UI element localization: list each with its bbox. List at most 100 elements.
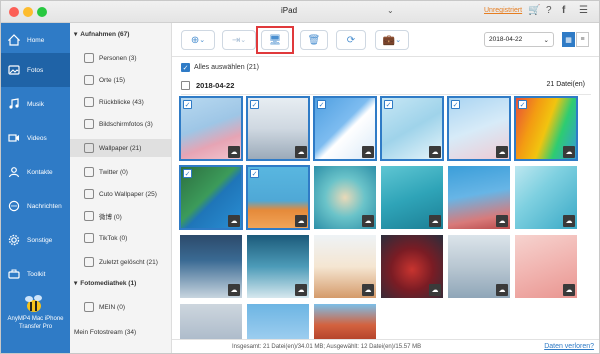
- photo-checkbox[interactable]: ✓: [250, 100, 259, 109]
- photo-thumbnail[interactable]: ☁: [515, 166, 577, 229]
- app-window: iPad ⌄ Unregistriert 🛒 ? f ☰ Home Fotos …: [0, 0, 600, 354]
- photo-thumbnail[interactable]: ☁: [381, 166, 443, 229]
- album-item-rueckblicke[interactable]: Rückblicke (43): [84, 93, 172, 111]
- group-fotostream[interactable]: Mein Fotostream (34): [74, 329, 136, 336]
- date-group-checkbox[interactable]: [181, 81, 190, 90]
- photo-checkbox[interactable]: ✓: [250, 169, 259, 178]
- zoom-window-button[interactable]: [37, 7, 47, 17]
- photo-grid: ✓ ☁ ✓ ☁ ✓ ☁ ✓ ☁ ✓ ☁ ✓ ☁ ✓ ☁ ✓ ☁ ☁ ☁ ☁ ☁ ☁ ☁ ☁ ☁ …: [179, 96, 599, 339]
- photo-checkbox[interactable]: ✓: [183, 100, 192, 109]
- refresh-button[interactable]: ⟳: [336, 30, 366, 50]
- cloud-icon: ☁: [496, 284, 508, 296]
- date-group-header: 2018-04-22 21 Datei(en): [181, 81, 591, 95]
- album-icon: [84, 189, 94, 199]
- select-all[interactable]: ✓ Alles auswählen (21): [181, 63, 259, 72]
- device-selector[interactable]: iPad: [277, 6, 297, 15]
- album-item-cuto-wallpaper[interactable]: Cuto Wallpaper (25): [84, 185, 172, 203]
- minimize-window-button[interactable]: [23, 7, 33, 17]
- help-icon[interactable]: ?: [546, 5, 552, 16]
- nav-item-musik[interactable]: Musik: [1, 87, 70, 121]
- photo-thumbnail[interactable]: ✓ ☁: [380, 96, 444, 161]
- album-item-tiktok[interactable]: TikTok (0): [84, 229, 172, 247]
- photo-thumbnail[interactable]: ✓ ☁: [447, 96, 511, 161]
- photo-thumbnail[interactable]: ☁: [180, 235, 242, 298]
- album-item-deleted[interactable]: Zuletzt gelöscht (21): [84, 253, 172, 271]
- photo-thumbnail[interactable]: ☁: [448, 166, 510, 229]
- photo-thumbnail[interactable]: ✓ ☁: [179, 165, 243, 230]
- photo-thumbnail[interactable]: [180, 304, 242, 339]
- list-icon: ≡: [580, 36, 585, 43]
- group-fotomediathek[interactable]: ▾ Fotomediathek (1): [74, 279, 136, 288]
- cart-icon[interactable]: 🛒: [528, 5, 540, 16]
- screenshot-icon: [84, 119, 94, 129]
- photo-checkbox[interactable]: ✓: [518, 100, 527, 109]
- date-heading: 2018-04-22: [196, 81, 235, 90]
- date-select[interactable]: 2018-04-22 ⌄: [484, 32, 554, 47]
- photo-thumbnail[interactable]: ✓ ☁: [246, 165, 310, 230]
- nav-item-nachrichten[interactable]: Nachrichten: [1, 189, 70, 223]
- nav-item-kontakte[interactable]: Kontakte: [1, 155, 70, 189]
- album-item-mein[interactable]: MEIN (0): [84, 298, 172, 316]
- album-item-wallpaper[interactable]: Wallpaper (21): [70, 139, 171, 157]
- cloud-icon: ☁: [228, 215, 240, 227]
- music-icon: [7, 97, 21, 111]
- photo-thumbnail[interactable]: ☁: [381, 235, 443, 298]
- list-view-button[interactable]: ≡: [576, 32, 589, 47]
- delete-button[interactable]: 🗑: [300, 30, 328, 50]
- data-lost-link[interactable]: Daten verloren?: [544, 343, 594, 350]
- close-window-button[interactable]: [9, 7, 19, 17]
- photo-thumbnail[interactable]: [314, 304, 376, 339]
- cloud-icon: ☁: [362, 284, 374, 296]
- nav-label: Sonstige: [27, 236, 53, 244]
- nav-item-sonstige[interactable]: Sonstige: [1, 223, 70, 257]
- album-item-twitter[interactable]: Twitter (0): [84, 163, 172, 181]
- photo-thumbnail[interactable]: ☁: [448, 235, 510, 298]
- device-dropdown-chevron-icon[interactable]: ⌄: [387, 6, 394, 15]
- photo-thumbnail[interactable]: ✓ ☁: [514, 96, 578, 161]
- nav-item-fotos[interactable]: Fotos: [1, 53, 70, 87]
- photo-checkbox[interactable]: ✓: [183, 169, 192, 178]
- nav-label: Nachrichten: [27, 202, 62, 210]
- main-nav: Home Fotos Musik Videos Kontakte Nachric…: [1, 23, 70, 353]
- album-item-personen[interactable]: Personen (3): [84, 49, 172, 67]
- photo-checkbox[interactable]: ✓: [317, 100, 326, 109]
- album-icon: [84, 233, 94, 243]
- cloud-icon: ☁: [228, 284, 240, 296]
- album-item-weibo[interactable]: 微博 (0): [84, 207, 172, 225]
- photo-thumbnail[interactable]: ✓ ☁: [313, 96, 377, 161]
- message-icon: [7, 199, 21, 213]
- contacts-icon: [7, 165, 21, 179]
- highlight-box: [256, 26, 294, 54]
- add-button[interactable]: ⊕ ⌄: [181, 30, 215, 50]
- cloud-icon: ☁: [563, 284, 575, 296]
- facebook-icon[interactable]: f: [562, 5, 565, 16]
- chevron-down-icon: ⌄: [199, 37, 206, 44]
- photo-thumbnail[interactable]: ☁: [247, 235, 309, 298]
- nav-item-toolkit[interactable]: Toolkit: [1, 257, 70, 291]
- nav-item-home[interactable]: Home: [1, 23, 70, 57]
- chevron-down-icon: ⌄: [240, 37, 247, 44]
- export-icon: ⇥: [231, 34, 241, 46]
- nav-label: Toolkit: [27, 270, 46, 278]
- cloud-icon: ☁: [429, 215, 441, 227]
- photo-checkbox[interactable]: ✓: [384, 100, 393, 109]
- grid-view-button[interactable]: ▦: [562, 32, 575, 47]
- export-device-button[interactable]: ⇥ ⌄: [222, 30, 256, 50]
- photo-checkbox[interactable]: ✓: [451, 100, 460, 109]
- album-item-orte[interactable]: Orte (15): [84, 71, 172, 89]
- photo-thumbnail[interactable]: ☁: [314, 166, 376, 229]
- photo-thumbnail[interactable]: ☁: [515, 235, 577, 298]
- toolbox-button[interactable]: 💼 ⌄: [375, 30, 409, 50]
- select-all-checkbox[interactable]: ✓: [181, 63, 190, 72]
- photo-thumbnail[interactable]: ✓ ☁: [246, 96, 310, 161]
- bee-logo-icon: [25, 295, 42, 312]
- group-aufnahmen[interactable]: ▾ Aufnahmen (67): [74, 30, 129, 39]
- location-icon: [84, 75, 94, 85]
- photo-thumbnail[interactable]: ☁: [314, 235, 376, 298]
- menu-icon[interactable]: ☰: [579, 5, 588, 16]
- nav-item-videos[interactable]: Videos: [1, 121, 70, 155]
- photo-thumbnail[interactable]: ✓ ☁: [179, 96, 243, 161]
- photo-thumbnail[interactable]: [247, 304, 309, 339]
- album-item-bildschirmfotos[interactable]: Bildschirmfotos (3): [84, 115, 172, 133]
- register-link[interactable]: Unregistriert: [484, 7, 522, 14]
